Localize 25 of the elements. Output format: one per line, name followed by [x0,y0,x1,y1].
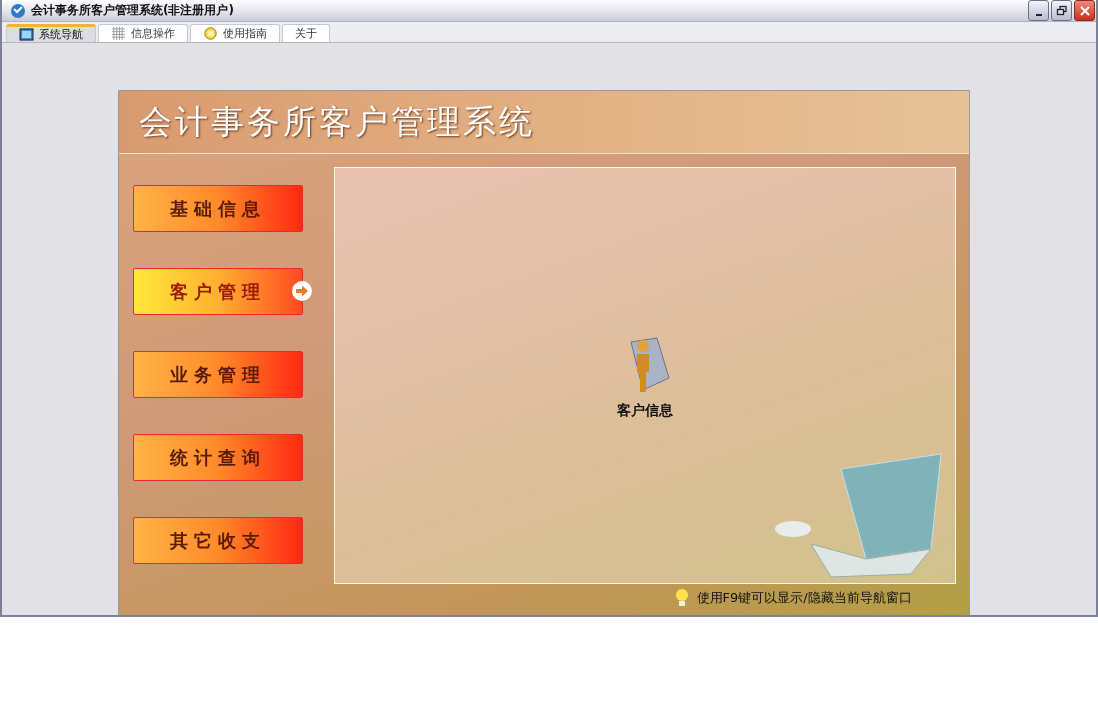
app-logo-icon [10,2,26,19]
restore-icon [1055,4,1068,17]
nav-button[interactable]: 基础信息 [132,185,303,232]
arrow-right-icon [290,280,313,302]
tab[interactable]: 信息操作 [98,24,188,42]
tab[interactable]: 关于 [282,24,330,42]
banner-title: 会计事务所客户管理系统 [138,100,535,143]
restore-button[interactable] [1051,0,1072,21]
minimize-icon [1035,13,1042,16]
nav-button[interactable]: 统计查询 [132,434,303,481]
tab[interactable]: 使用指南 [190,24,280,42]
tip-text: 使用F9键可以显示/隐藏当前导航窗口 [696,589,912,607]
close-button[interactable] [1074,0,1095,21]
light-bulb-icon [674,588,689,608]
nav-button[interactable]: 客户管理 [132,268,303,315]
module-label: 客户信息 [616,401,673,420]
nav-button[interactable]: 业务管理 [132,351,303,398]
grid-icon [111,27,126,40]
window-title: 会计事务所客户管理系统(非注册用户) [31,2,234,19]
tab[interactable]: 系统导航 [6,24,96,42]
help-icon [203,27,218,40]
close-icon [1078,4,1091,17]
monitor-icon [19,28,34,41]
nav-button[interactable]: 其它收支 [132,517,303,564]
minimize-button[interactable] [1028,0,1049,21]
